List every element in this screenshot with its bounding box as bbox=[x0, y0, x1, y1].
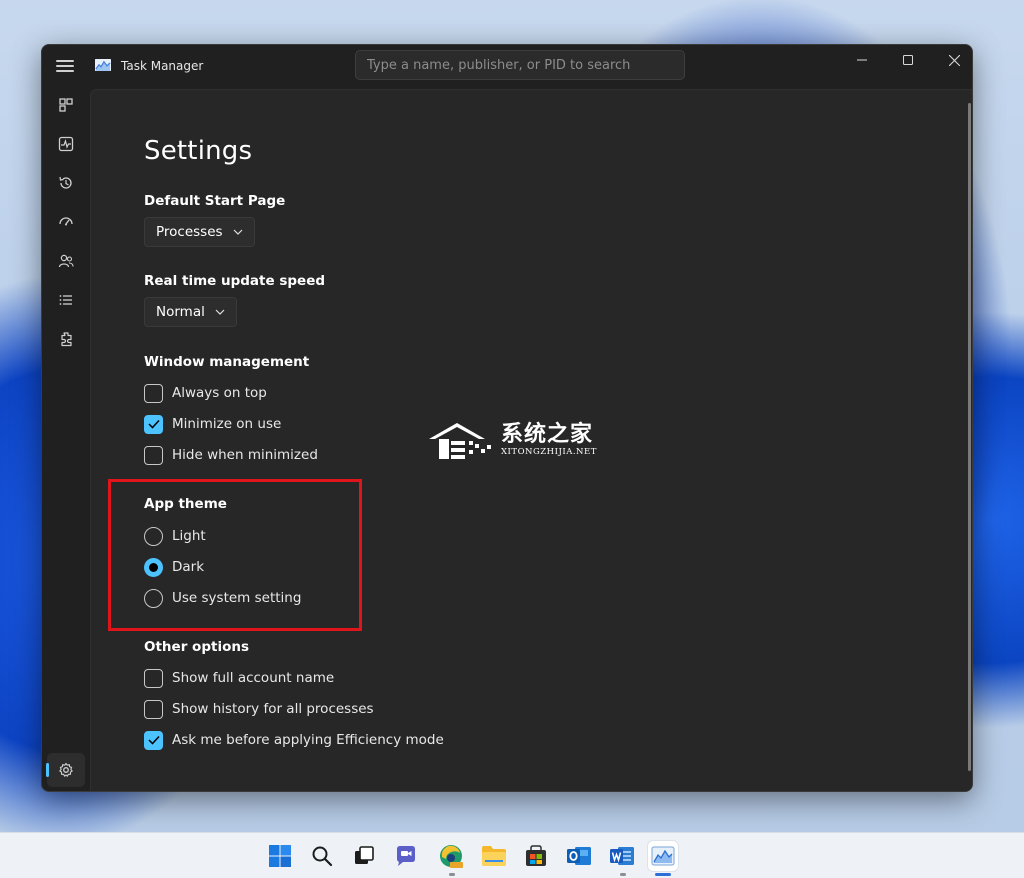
watermark-cn-text: 系统之家 bbox=[501, 422, 594, 447]
app-history-icon bbox=[58, 176, 72, 189]
details-icon bbox=[59, 294, 72, 305]
show-history-all-processes-label: Show history for all processes bbox=[172, 701, 374, 717]
taskbar bbox=[0, 832, 1024, 878]
nav-users[interactable] bbox=[52, 247, 79, 274]
taskbar-store-button[interactable] bbox=[521, 841, 551, 871]
maximize-button[interactable] bbox=[885, 45, 931, 75]
taskbar-running-indicator bbox=[449, 873, 455, 876]
hamburger-menu-icon[interactable] bbox=[56, 58, 74, 74]
watermark: 系统之家 XITONGZHIJIA.NET bbox=[427, 419, 597, 461]
task-view-icon bbox=[355, 846, 374, 864]
other-options-label: Other options bbox=[144, 639, 249, 655]
taskbar-start-button[interactable] bbox=[265, 841, 295, 871]
show-full-account-name-checkbox[interactable] bbox=[144, 668, 163, 688]
word-icon bbox=[610, 847, 634, 865]
taskbar-task-view-button[interactable] bbox=[349, 841, 379, 871]
default-start-page-label: Default Start Page bbox=[144, 193, 286, 209]
search-icon bbox=[312, 846, 333, 867]
hide-when-minimized-label: Hide when minimized bbox=[172, 447, 318, 463]
nav-performance[interactable] bbox=[52, 130, 79, 157]
settings-icon bbox=[59, 762, 73, 777]
task-manager-icon bbox=[651, 846, 675, 866]
taskbar-task-manager-button[interactable] bbox=[648, 841, 678, 871]
file-explorer-icon bbox=[482, 846, 506, 866]
taskbar-file-explorer-button[interactable] bbox=[479, 841, 509, 871]
taskbar-word-button[interactable] bbox=[607, 841, 637, 871]
show-full-account-name-label: Show full account name bbox=[172, 670, 335, 686]
title-bar: Task Manager bbox=[42, 45, 972, 89]
taskbar-active-indicator bbox=[655, 873, 671, 876]
show-history-all-processes-checkbox[interactable] bbox=[144, 699, 163, 719]
search-input[interactable] bbox=[355, 50, 685, 80]
chevron-down-icon bbox=[215, 309, 225, 315]
microsoft-store-icon bbox=[526, 845, 546, 866]
close-button[interactable] bbox=[931, 45, 972, 75]
taskbar-running-indicator bbox=[620, 873, 626, 876]
update-speed-label: Real time update speed bbox=[144, 273, 326, 289]
ask-efficiency-mode-option[interactable]: Ask me before applying Efficiency mode bbox=[144, 730, 444, 750]
minimize-on-use-label: Minimize on use bbox=[172, 416, 282, 432]
nav-settings[interactable] bbox=[47, 753, 85, 787]
watermark-house-icon bbox=[429, 423, 491, 459]
users-icon bbox=[58, 254, 74, 267]
task-manager-app-icon bbox=[95, 59, 111, 71]
taskbar-chat-button[interactable] bbox=[391, 841, 421, 871]
edge-canary-icon bbox=[440, 845, 463, 868]
checkmark-icon bbox=[147, 735, 160, 745]
vertical-scrollbar[interactable] bbox=[968, 103, 971, 771]
taskbar-search-button[interactable] bbox=[307, 841, 337, 871]
start-icon bbox=[269, 845, 291, 867]
app-title: Task Manager bbox=[121, 59, 204, 73]
services-icon bbox=[60, 331, 72, 346]
nav-details[interactable] bbox=[52, 286, 79, 313]
watermark-en-text: XITONGZHIJIA.NET bbox=[501, 447, 597, 457]
minimize-button[interactable] bbox=[839, 45, 885, 75]
performance-icon bbox=[58, 136, 73, 151]
always-on-top-checkbox[interactable] bbox=[144, 383, 163, 403]
default-start-page-dropdown[interactable]: Processes bbox=[144, 217, 255, 247]
always-on-top-label: Always on top bbox=[172, 385, 267, 401]
update-speed-dropdown[interactable]: Normal bbox=[144, 297, 237, 327]
maximize-icon bbox=[903, 55, 913, 65]
nav-processes[interactable] bbox=[52, 91, 79, 118]
minimize-icon bbox=[857, 59, 867, 61]
chevron-down-icon bbox=[233, 229, 242, 235]
ask-efficiency-mode-label: Ask me before applying Efficiency mode bbox=[172, 732, 444, 748]
minimize-on-use-checkbox[interactable] bbox=[144, 414, 163, 434]
taskbar-edge-canary-button[interactable] bbox=[436, 841, 466, 871]
show-history-all-processes-option[interactable]: Show history for all processes bbox=[144, 699, 374, 719]
default-start-page-value: Processes bbox=[156, 224, 223, 240]
page-title: Settings bbox=[144, 136, 253, 166]
nav-services[interactable] bbox=[52, 325, 79, 352]
ask-efficiency-mode-checkbox[interactable] bbox=[144, 730, 163, 750]
nav-selection-indicator bbox=[46, 763, 49, 777]
window-management-label: Window management bbox=[144, 354, 310, 370]
hide-when-minimized-checkbox[interactable] bbox=[144, 445, 163, 465]
outlook-icon bbox=[567, 847, 591, 865]
update-speed-value: Normal bbox=[156, 304, 205, 320]
checkmark-icon bbox=[147, 419, 160, 429]
startup-apps-icon bbox=[58, 216, 73, 225]
nav-startup-apps[interactable] bbox=[52, 208, 79, 235]
minimize-on-use-option[interactable]: Minimize on use bbox=[144, 414, 281, 434]
highlight-box bbox=[108, 479, 362, 631]
task-manager-window: Task Manager Settings Default bbox=[41, 44, 973, 792]
hide-when-minimized-option[interactable]: Hide when minimized bbox=[144, 445, 318, 465]
teams-chat-icon bbox=[397, 846, 415, 866]
nav-app-history[interactable] bbox=[52, 169, 79, 196]
close-icon bbox=[948, 54, 960, 66]
show-full-account-name-option[interactable]: Show full account name bbox=[144, 668, 334, 688]
processes-icon bbox=[58, 97, 73, 112]
always-on-top-option[interactable]: Always on top bbox=[144, 383, 267, 403]
taskbar-outlook-button[interactable] bbox=[564, 841, 594, 871]
